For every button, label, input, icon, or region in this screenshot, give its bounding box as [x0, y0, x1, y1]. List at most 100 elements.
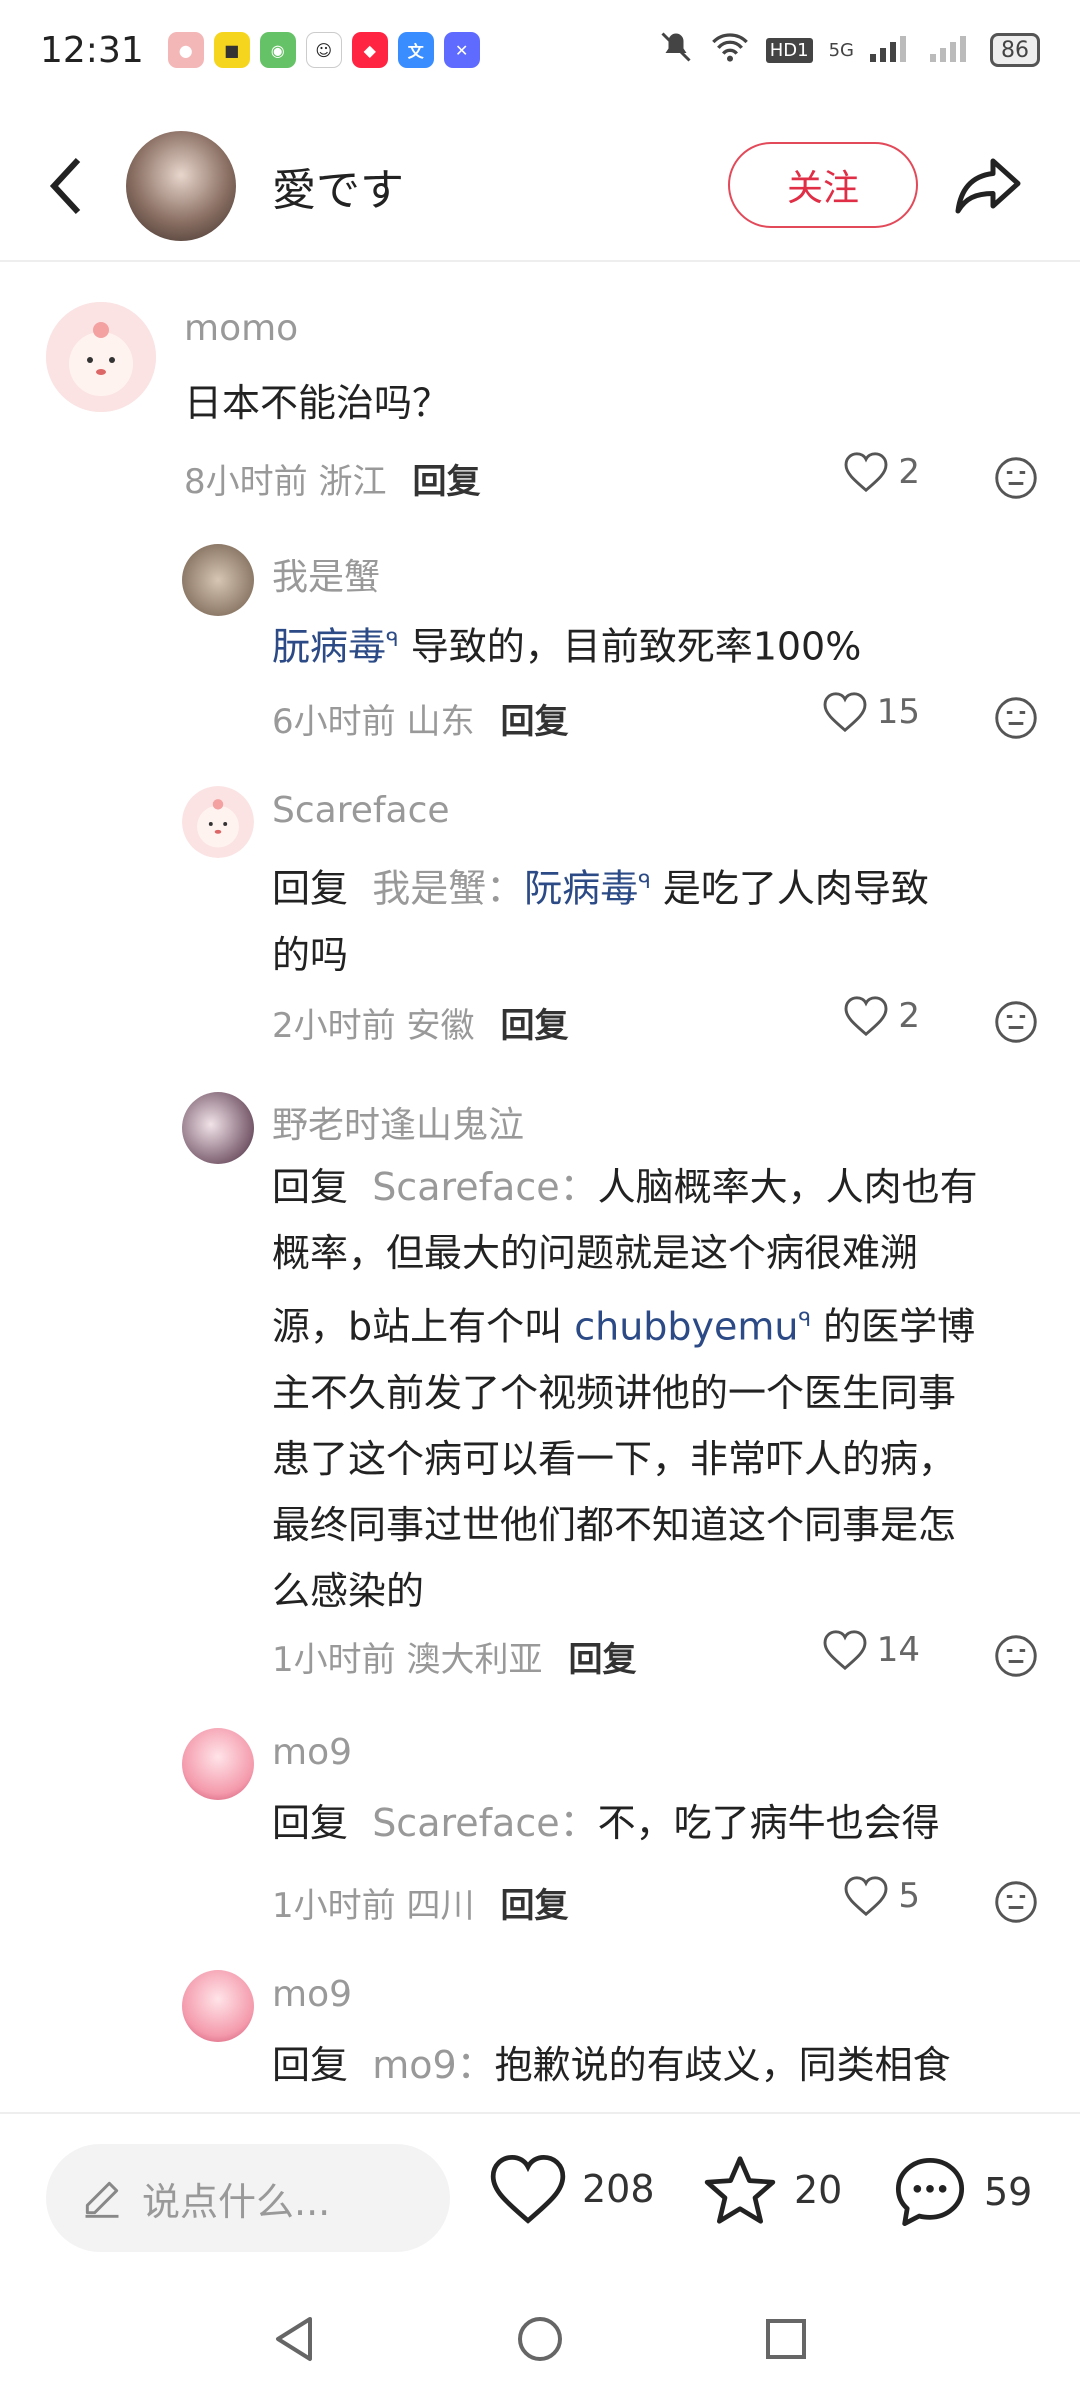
comment-input[interactable]: 说点什么...	[46, 2144, 450, 2252]
reply-to-user[interactable]: 我是蟹：	[372, 867, 524, 911]
reply-to-user[interactable]: mo9：	[372, 2043, 494, 2087]
like-button[interactable]: 2	[844, 452, 920, 492]
emoji-icon	[995, 1001, 1037, 1043]
emoji-react-button[interactable]	[994, 696, 1038, 740]
chat-bubble-icon	[895, 2157, 965, 2227]
post-header: 愛です 关注	[0, 112, 1080, 262]
comment-username[interactable]: 我是蟹	[272, 548, 380, 600]
author-name[interactable]: 愛です	[272, 154, 404, 218]
pencil-icon	[85, 2181, 119, 2218]
reply-to-user[interactable]: Scareface：	[372, 1801, 597, 1845]
circle-home-icon	[518, 2317, 562, 2361]
comment-username[interactable]: Scareface	[272, 790, 450, 831]
like-count: 2	[898, 996, 920, 1036]
comment-avatar[interactable]	[182, 1970, 254, 2042]
comment-avatar[interactable]	[182, 786, 254, 858]
heart-icon	[490, 2154, 566, 2224]
emoji-icon	[995, 697, 1037, 739]
status-time: 12:31	[40, 29, 144, 71]
star-icon	[704, 2156, 776, 2224]
signal-5g-label: 5G	[828, 39, 854, 61]
triangle-back-icon	[276, 2317, 312, 2361]
like-button[interactable]: 5	[844, 1876, 920, 1916]
system-icons: HD1 5G 86	[658, 29, 1040, 72]
comment-meta: 2小时前 安徽 回复	[272, 998, 568, 1047]
like-count: 15	[876, 692, 920, 732]
status-bar: 12:31 ● ■ ◉ ☺ ◆ 文 ✕ HD1 5G 86	[0, 0, 1080, 100]
follow-button[interactable]: 关注	[728, 142, 918, 228]
post-like-button[interactable]: 208	[490, 2154, 655, 2224]
reply-button[interactable]: 回复	[568, 1632, 636, 1681]
heart-icon	[823, 1630, 867, 1670]
meituan-icon: ■	[213, 32, 250, 68]
keyword-link[interactable]: chubbyemu	[574, 1305, 798, 1349]
back-button[interactable]	[36, 156, 96, 216]
post-comment-button[interactable]: 59	[892, 2154, 1032, 2230]
emoji-react-button[interactable]	[994, 456, 1038, 500]
comment-time: 8小时前	[184, 462, 308, 502]
reply-button[interactable]: 回复	[500, 694, 568, 743]
comment-username[interactable]: mo9	[272, 1974, 352, 2015]
emoji-icon	[995, 1635, 1037, 1677]
comment-avatar[interactable]	[182, 1092, 254, 1164]
heart-icon	[844, 452, 888, 492]
comment-text: 回复 mo9：抱歉说的有歧义，同类相食	[272, 2043, 951, 2087]
heart-icon	[823, 692, 867, 732]
comment-username[interactable]: 野老时逢山鬼泣	[272, 1096, 524, 1148]
square-recents-icon	[766, 2319, 806, 2359]
comment-avatar[interactable]	[46, 302, 156, 412]
heart-icon	[844, 1876, 888, 1916]
emoji-react-button[interactable]	[994, 1634, 1038, 1678]
search-icon: ᑫ	[638, 869, 651, 893]
comment-username[interactable]: momo	[184, 308, 298, 349]
comment-text: 日本不能治吗？	[184, 381, 451, 425]
like-button[interactable]: 14	[823, 1630, 920, 1670]
search-icon: ᑫ	[798, 1307, 812, 1331]
comment-text: 回复 我是蟹：阮病毒ᑫ 是吃了人肉导致 的吗	[272, 866, 929, 977]
like-count: 14	[876, 1630, 920, 1670]
like-button[interactable]: 15	[823, 692, 920, 732]
nav-recents-button[interactable]	[764, 2317, 808, 2365]
emoji-react-button[interactable]	[994, 1880, 1038, 1924]
emoji-icon	[995, 1881, 1037, 1923]
comment-meta: 1小时前 四川 回复	[272, 1878, 568, 1927]
like-button[interactable]: 2	[844, 996, 920, 1036]
comment-input-placeholder: 说点什么...	[142, 2179, 331, 2224]
nav-back-button[interactable]	[272, 2315, 316, 2367]
weibo-icon: ●	[167, 32, 204, 68]
post-like-count: 208	[582, 2167, 655, 2211]
like-count: 2	[898, 452, 920, 492]
keyword-link[interactable]: 阮病毒	[524, 867, 638, 911]
mute-icon	[658, 29, 694, 72]
reply-to-user[interactable]: Scareface：	[372, 1165, 597, 1209]
battery-indicator: 86	[990, 33, 1040, 67]
reply-button[interactable]: 回复	[500, 998, 568, 1047]
comment-meta: 6小时前 山东 回复	[272, 694, 568, 743]
translate-icon: 文	[397, 32, 434, 68]
comment-avatar[interactable]	[182, 544, 254, 616]
reply-button[interactable]: 回复	[500, 1878, 568, 1927]
post-collect-button[interactable]: 20	[702, 2154, 842, 2226]
author-avatar[interactable]	[126, 131, 236, 241]
emoji-react-button[interactable]	[994, 1000, 1038, 1044]
comment-location: 浙江	[318, 462, 387, 502]
post-comment-count: 59	[984, 2170, 1033, 2214]
comment-username[interactable]: mo9	[272, 1732, 352, 1773]
qq-icon: ☺	[305, 32, 342, 68]
xiaohongshu-icon: ◆	[351, 32, 388, 68]
comment-meta: 1小时前 澳大利亚 回复	[272, 1632, 636, 1681]
comment-avatar[interactable]	[182, 1728, 254, 1800]
comment-text: 回复 Scareface：不，吃了病牛也会得	[272, 1801, 940, 1845]
search-icon: ᑫ	[386, 627, 399, 651]
share-button[interactable]	[950, 148, 1026, 224]
reply-button[interactable]: 回复	[412, 454, 480, 503]
keyword-link[interactable]: 朊病毒	[272, 625, 386, 669]
emoji-icon	[995, 457, 1037, 499]
signal-icon	[870, 32, 914, 69]
wifi-icon	[710, 30, 750, 71]
comment-text: 朊病毒ᑫ 导致的，目前致死率100%	[272, 624, 862, 669]
wechat-icon: ◉	[259, 32, 296, 68]
system-nav-bar	[0, 2282, 1080, 2400]
comment-text: 回复 Scareface：人脑概率大，人肉也有 概率，但最大的问题就是这个病很难…	[272, 1165, 978, 1613]
nav-home-button[interactable]	[516, 2315, 564, 2367]
